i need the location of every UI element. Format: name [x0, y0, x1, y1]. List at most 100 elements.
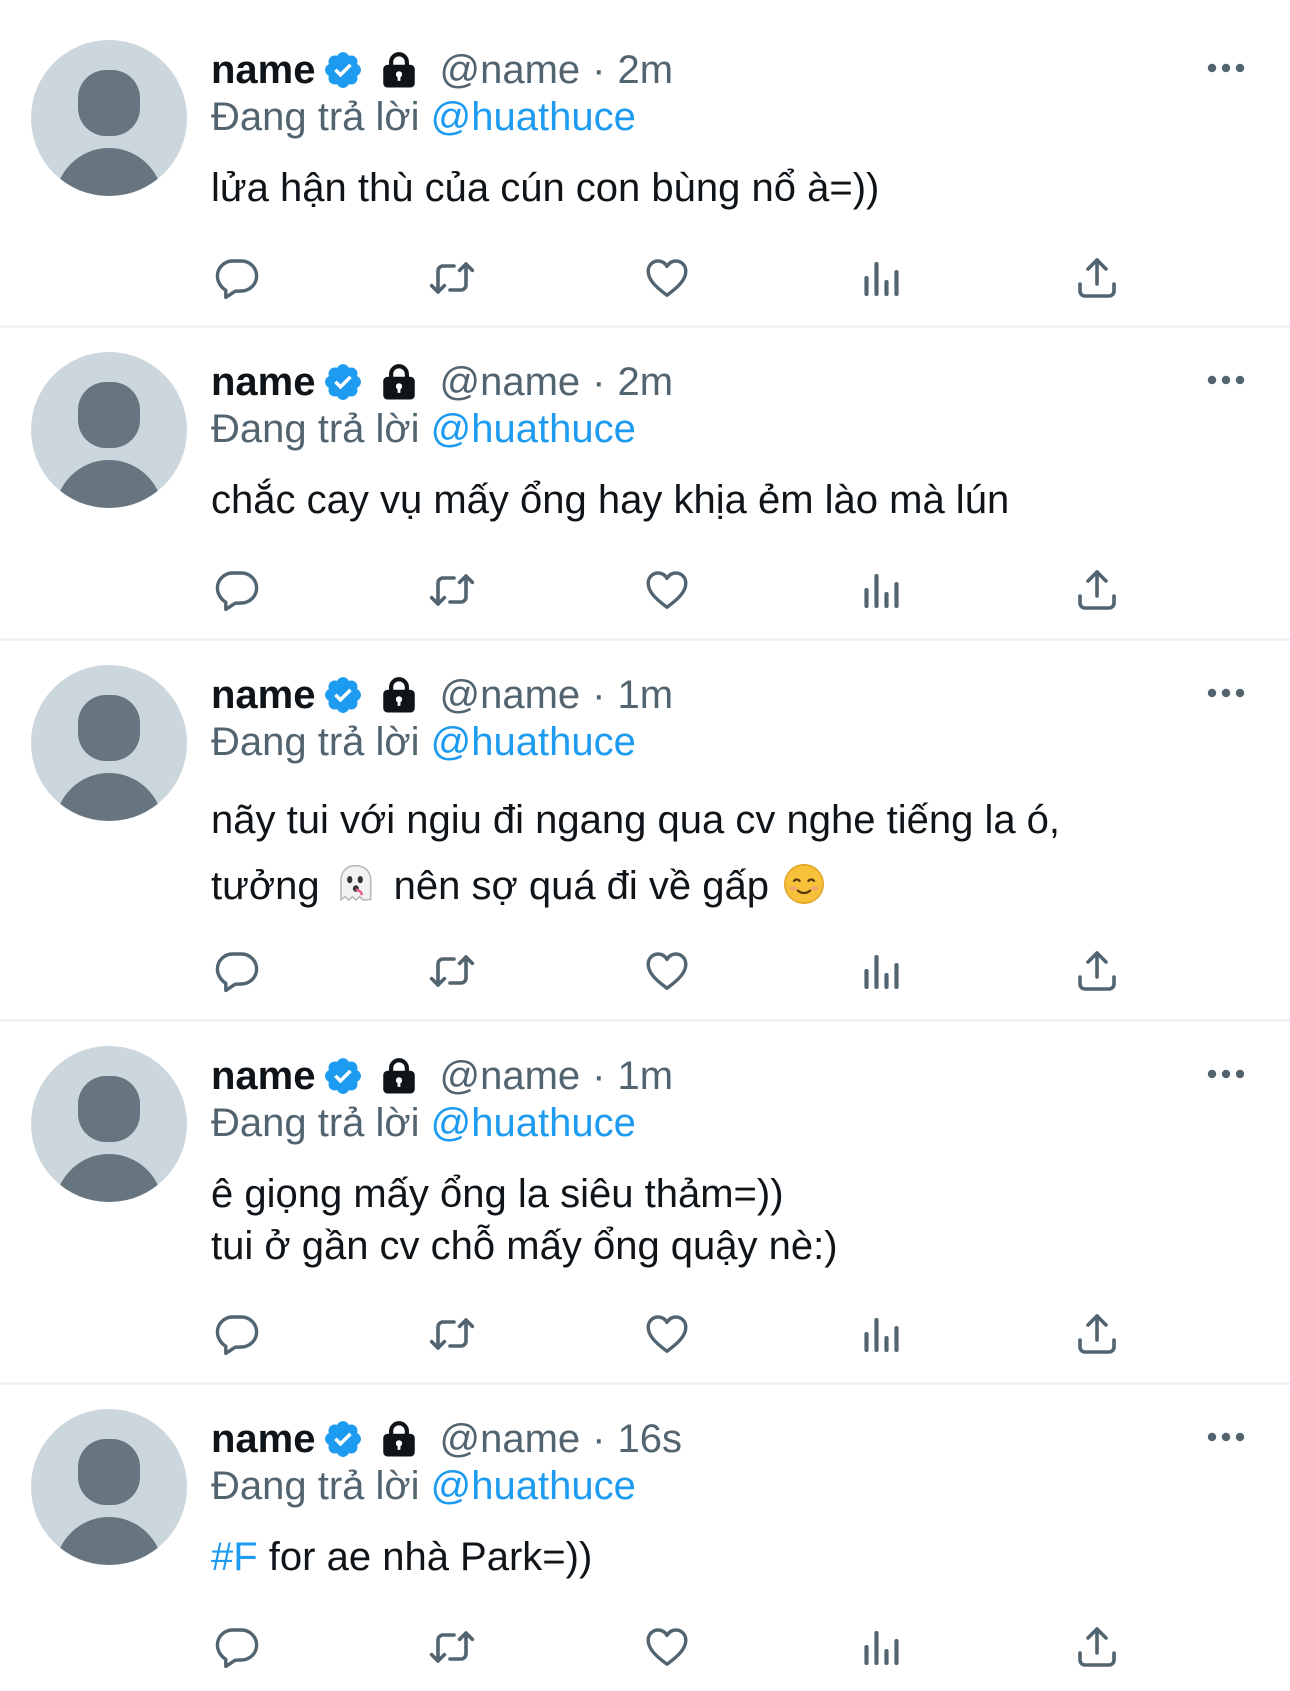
author-name[interactable]: name	[211, 1054, 316, 1099]
mention-link[interactable]: @huathuce	[431, 720, 636, 764]
tweet-text-line: lửa hận thù của cún con bùng nổ à=))	[211, 166, 880, 210]
avatar[interactable]	[31, 665, 187, 821]
mention-link[interactable]: @huathuce	[431, 1464, 636, 1508]
hashtag-link[interactable]: #F	[211, 1535, 258, 1579]
separator: ·	[592, 1053, 606, 1098]
avatar-body	[55, 1154, 163, 1202]
replying-to: Đang trả lời @huathuce	[211, 407, 636, 452]
tweet-header: name @name · 1m	[211, 671, 673, 719]
share-icon	[1073, 1623, 1121, 1671]
like-button[interactable]	[641, 1308, 693, 1360]
author-name[interactable]: name	[211, 673, 316, 718]
tweet[interactable]: name @name · 2m Đang trả lời @huathuce c…	[0, 328, 1290, 638]
views-icon	[858, 566, 906, 614]
mention-link[interactable]: @huathuce	[431, 407, 636, 451]
views-button[interactable]	[856, 1621, 908, 1673]
more-icon[interactable]	[1206, 62, 1246, 74]
lock-icon	[378, 361, 420, 403]
reply-icon	[213, 1310, 261, 1358]
replying-prefix: Đang trả lời	[211, 720, 420, 764]
lock-icon	[378, 674, 420, 716]
more-icon[interactable]	[1206, 374, 1246, 386]
timestamp[interactable]: 2m	[618, 48, 674, 93]
verified-badge-icon	[322, 1418, 364, 1460]
author-name[interactable]: name	[211, 1417, 316, 1462]
like-button[interactable]	[641, 945, 693, 997]
share-button[interactable]	[1071, 564, 1123, 616]
author-handle[interactable]: @name	[440, 1417, 581, 1462]
replying-to: Đang trả lời @huathuce	[211, 720, 636, 765]
tweet-text: #F for ae nhà Park=))	[211, 1531, 1241, 1583]
views-button[interactable]	[856, 564, 908, 616]
like-button[interactable]	[641, 1621, 693, 1673]
retweet-button[interactable]	[426, 564, 478, 616]
tweet-text: ê giọng mấy ổng la siêu thảm=)) tui ở gầ…	[211, 1168, 1241, 1272]
timestamp[interactable]: 1m	[618, 1054, 674, 1099]
retweet-icon	[428, 947, 476, 995]
author-handle[interactable]: @name	[440, 48, 581, 93]
author-handle[interactable]: @name	[440, 1054, 581, 1099]
avatar-body	[55, 1517, 163, 1565]
reply-button[interactable]	[211, 564, 263, 616]
replying-to: Đang trả lời @huathuce	[211, 1101, 636, 1146]
like-icon	[643, 254, 691, 302]
tweet-text-line: tưởng nên sợ quá đi về gấp	[211, 853, 1241, 919]
tweet-actions	[211, 945, 1131, 997]
views-button[interactable]	[856, 945, 908, 997]
tweet[interactable]: name @name · 2m Đang trả lời @huathuce l…	[0, 0, 1290, 325]
views-button[interactable]	[856, 1308, 908, 1360]
more-icon[interactable]	[1206, 687, 1246, 699]
retweet-button[interactable]	[426, 1621, 478, 1673]
smiling-face-emoji-icon	[783, 863, 825, 905]
author-name[interactable]: name	[211, 360, 316, 405]
mention-link[interactable]: @huathuce	[431, 1101, 636, 1145]
like-button[interactable]	[641, 252, 693, 304]
tweet-text: nãy tui với ngiu đi ngang qua cv nghe ti…	[211, 787, 1241, 919]
tweet-header: name @name · 2m	[211, 358, 673, 406]
tweet-text-line: ê giọng mấy ổng la siêu thảm=))	[211, 1172, 784, 1216]
author-handle[interactable]: @name	[440, 673, 581, 718]
author-handle[interactable]: @name	[440, 360, 581, 405]
replying-prefix: Đang trả lời	[211, 1101, 420, 1145]
timestamp[interactable]: 16s	[618, 1417, 683, 1462]
tweet-actions	[211, 1621, 1131, 1673]
author-name[interactable]: name	[211, 48, 316, 93]
reply-button[interactable]	[211, 1308, 263, 1360]
avatar[interactable]	[31, 1046, 187, 1202]
verified-badge-icon	[322, 1055, 364, 1097]
reply-button[interactable]	[211, 252, 263, 304]
reply-button[interactable]	[211, 945, 263, 997]
share-icon	[1073, 566, 1121, 614]
retweet-button[interactable]	[426, 945, 478, 997]
views-button[interactable]	[856, 252, 908, 304]
mention-link[interactable]: @huathuce	[431, 95, 636, 139]
avatar-head	[78, 70, 140, 136]
views-icon	[858, 947, 906, 995]
avatar[interactable]	[31, 1409, 187, 1565]
more-icon[interactable]	[1206, 1068, 1246, 1080]
avatar-head	[78, 1076, 140, 1142]
avatar[interactable]	[31, 40, 187, 196]
retweet-button[interactable]	[426, 252, 478, 304]
share-icon	[1073, 254, 1121, 302]
share-button[interactable]	[1071, 252, 1123, 304]
tweet[interactable]: name @name · 1m Đang trả lời @huathuce ê…	[0, 1022, 1290, 1382]
share-button[interactable]	[1071, 945, 1123, 997]
tweet-text-segment: nên sợ quá đi về gấp	[393, 864, 770, 908]
retweet-button[interactable]	[426, 1308, 478, 1360]
like-icon	[643, 566, 691, 614]
tweet-text-line: #F for ae nhà Park=))	[211, 1531, 1241, 1583]
reply-button[interactable]	[211, 1621, 263, 1673]
more-icon[interactable]	[1206, 1431, 1246, 1443]
share-button[interactable]	[1071, 1308, 1123, 1360]
tweet-text-line: nãy tui với ngiu đi ngang qua cv nghe ti…	[211, 798, 1061, 842]
tweet[interactable]: name @name · 1m Đang trả lời @huathuce n…	[0, 641, 1290, 1019]
avatar[interactable]	[31, 352, 187, 508]
timestamp[interactable]: 1m	[618, 673, 674, 718]
tweet-actions	[211, 564, 1131, 616]
like-icon	[643, 1623, 691, 1671]
timestamp[interactable]: 2m	[618, 360, 674, 405]
like-button[interactable]	[641, 564, 693, 616]
tweet[interactable]: name @name · 16s Đang trả lời @huathuce …	[0, 1385, 1290, 1691]
share-button[interactable]	[1071, 1621, 1123, 1673]
